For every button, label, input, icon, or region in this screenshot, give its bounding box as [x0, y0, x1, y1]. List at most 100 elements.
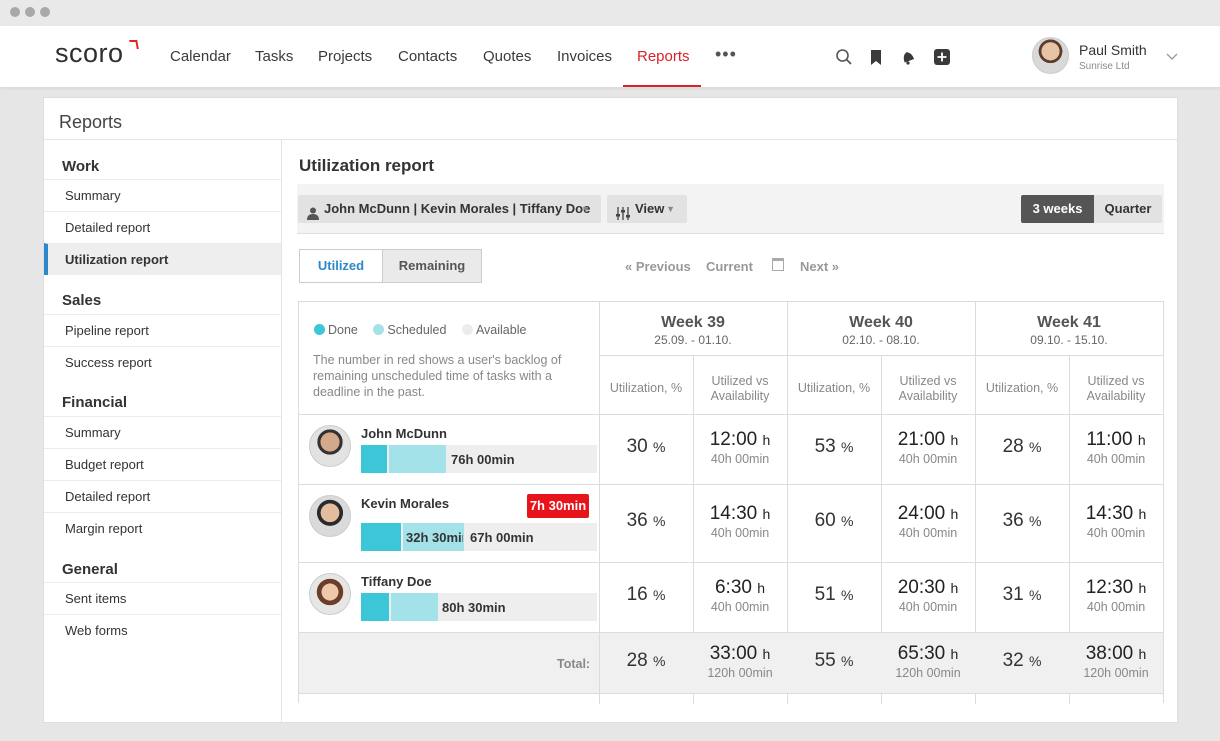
available-hours-label: 80h 30min: [442, 600, 506, 615]
view-button[interactable]: View ▼: [607, 195, 687, 223]
avatar: [309, 573, 351, 615]
user-name[interactable]: Paul Smith: [1079, 42, 1147, 58]
sliders-icon: [616, 202, 630, 230]
utilized-hours: 11:00 h 40h 00min: [1086, 429, 1146, 466]
week-39-header: Week 39 25.09. - 01.10.: [599, 314, 787, 347]
caret-down-icon: ▼: [666, 204, 675, 214]
column-header-utilized-vs-availability: Utilized vs Availability: [710, 374, 770, 403]
sidebar-item-success-report[interactable]: Success report: [44, 346, 281, 378]
range-3-weeks-button[interactable]: 3 weeks: [1021, 195, 1094, 223]
total-label: Total:: [557, 657, 591, 671]
sidebar-item-margin-report[interactable]: Margin report: [44, 512, 281, 544]
logo-accent-mark: [129, 40, 139, 49]
filter-bar: John McDunn | Kevin Morales | Tiffany Do…: [297, 184, 1164, 234]
sidebar-item-work-summary[interactable]: Summary: [44, 179, 281, 211]
add-new-icon[interactable]: [932, 47, 952, 67]
column-header-utilization: Utilization, %: [609, 381, 683, 395]
sidebar-group-work: Work: [62, 158, 100, 175]
backlog-badge: 7h 30min: [527, 494, 589, 518]
calendar-icon[interactable]: [772, 258, 784, 271]
nav-calendar[interactable]: Calendar: [170, 48, 231, 65]
nav-quotes[interactable]: Quotes: [483, 48, 531, 65]
sidebar-item-pipeline-report[interactable]: Pipeline report: [44, 314, 281, 346]
grid-line: [299, 693, 1163, 694]
scheduled-segment: [389, 445, 446, 473]
available-legend-dot: [461, 324, 473, 335]
bookmark-icon[interactable]: [866, 47, 886, 67]
people-filter-label: John McDunn | Kevin Morales | Tiffany Do…: [324, 201, 591, 216]
nav-invoices[interactable]: Invoices: [557, 48, 612, 65]
report-title: Utilization report: [299, 156, 435, 175]
utilization-percent: 60 %: [814, 510, 854, 531]
utilized-hours: 12:00 h 40h 00min: [709, 429, 771, 466]
legend-available: Available: [475, 323, 527, 337]
done-legend-dot: [314, 324, 325, 335]
week-dates: 09.10. - 15.10.: [1030, 333, 1108, 347]
workload-bar: 76h 00min: [361, 445, 597, 473]
utilized-hours: 14:30 h 40h 00min: [1085, 503, 1147, 540]
window-maximize-dot[interactable]: [40, 7, 50, 17]
sidebar-item-utilization-report[interactable]: Utilization report: [44, 243, 281, 275]
tab-remaining[interactable]: Remaining: [382, 249, 482, 283]
nav-tasks[interactable]: Tasks: [255, 48, 293, 65]
grid-line: [299, 562, 1163, 563]
total-utilization-percent: 32 %: [1002, 650, 1042, 671]
column-header-utilized-vs-availability: Utilized vs Availability: [1086, 374, 1146, 403]
nav-more-icon[interactable]: •••: [715, 44, 737, 65]
utilized-hours: 21:00 h 40h 00min: [897, 429, 959, 466]
notifications-icon[interactable]: [898, 47, 918, 67]
nav-projects[interactable]: Projects: [318, 48, 372, 65]
utilized-hours: 20:30 h 40h 00min: [897, 577, 959, 614]
sidebar-item-detailed-report[interactable]: Detailed report: [44, 211, 281, 243]
scoro-logo[interactable]: scoro: [55, 38, 124, 69]
nav-reports[interactable]: Reports: [637, 48, 690, 65]
chevron-down-icon[interactable]: [1166, 50, 1178, 64]
backlog-note: The number in red shows a user's backlog…: [313, 353, 562, 399]
sidebar-item-web-forms[interactable]: Web forms: [44, 614, 281, 646]
total-utilization-percent: 55 %: [814, 650, 854, 671]
sidebar-group-general: General: [62, 561, 118, 578]
sidebar-item-financial-summary[interactable]: Summary: [44, 416, 281, 448]
done-segment: [361, 523, 401, 551]
search-icon[interactable]: [834, 47, 854, 67]
page-title: Reports: [59, 112, 123, 132]
previous-link[interactable]: « Previous: [625, 259, 691, 274]
available-hours-label: 67h 00min: [470, 530, 534, 545]
current-link[interactable]: Current: [706, 259, 753, 274]
column-header-utilization: Utilization, %: [985, 381, 1059, 395]
sidebar-item-sent-items[interactable]: Sent items: [44, 582, 281, 614]
nav-active-indicator: [623, 85, 701, 87]
done-segment: [361, 593, 389, 621]
week-name: Week 40: [849, 314, 913, 331]
nav-contacts[interactable]: Contacts: [398, 48, 457, 65]
range-quarter-button[interactable]: Quarter: [1094, 195, 1162, 223]
week-name: Week 41: [1037, 314, 1101, 331]
utilization-percent: 36 %: [626, 510, 666, 531]
tab-utilized[interactable]: Utilized: [299, 249, 383, 283]
view-label: View: [635, 201, 665, 216]
sidebar-item-budget-report[interactable]: Budget report: [44, 448, 281, 480]
user-avatar[interactable]: [1032, 37, 1069, 74]
sidebar-item-financial-detailed-report[interactable]: Detailed report: [44, 480, 281, 512]
grid-line: [299, 414, 1163, 415]
scheduled-hours-label: 32h 30min: [406, 530, 463, 545]
reports-sidebar: Work Summary Detailed report Utilization…: [44, 140, 282, 724]
utilization-percent: 30 %: [626, 436, 666, 457]
caret-down-icon: ▼: [581, 204, 590, 214]
reports-card: Reports Work Summary Detailed report Uti…: [43, 97, 1178, 724]
legend-scheduled: Scheduled: [387, 323, 447, 337]
week-dates: 02.10. - 08.10.: [842, 333, 920, 347]
total-utilized-hours: 33:00 h 120h 00min: [707, 643, 773, 680]
person-name: Tiffany Doe: [361, 574, 432, 589]
window-close-dot[interactable]: [10, 7, 20, 17]
people-filter-button[interactable]: John McDunn | Kevin Morales | Tiffany Do…: [298, 195, 601, 223]
utilization-percent: 53 %: [814, 436, 854, 457]
grid-line: [299, 632, 1163, 633]
total-utilized-hours: 38:00 h 120h 00min: [1083, 643, 1149, 680]
window-minimize-dot[interactable]: [25, 7, 35, 17]
utilized-hours: 24:00 h 40h 00min: [897, 503, 959, 540]
week-name: Week 39: [661, 314, 725, 331]
next-link[interactable]: Next »: [800, 259, 839, 274]
utilized-hours: 12:30 h 40h 00min: [1085, 577, 1147, 614]
sidebar-group-sales: Sales: [62, 292, 102, 309]
